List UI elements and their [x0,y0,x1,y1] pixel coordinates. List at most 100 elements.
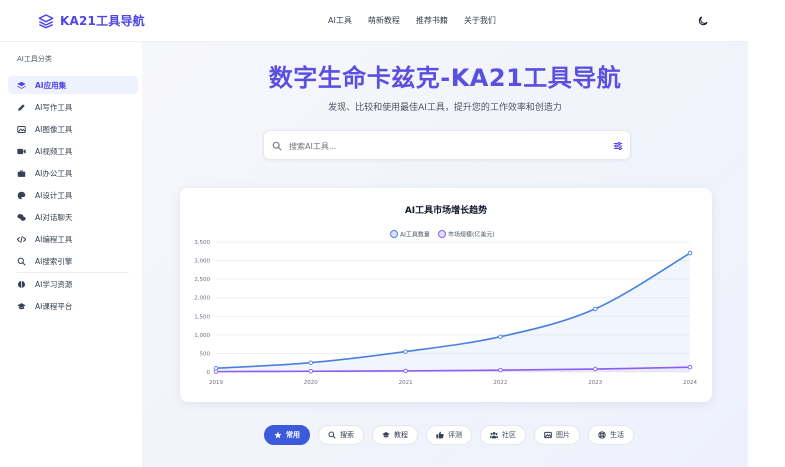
code-icon [17,235,26,244]
pen-icon [17,103,26,112]
series-area [216,253,690,372]
layers-icon [17,81,26,90]
sidebar-item-search-engine[interactable]: AI搜索引擎 [8,252,138,270]
x-tick-label: 2021 [399,380,413,386]
nav-ai-tools[interactable]: AI工具 [328,15,352,26]
search-bar [263,130,631,160]
y-tick-label: 1,500 [194,314,210,320]
tag-label: 评测 [448,431,462,439]
legend-label: 市场规模(亿美元) [448,231,495,239]
tag-search[interactable]: 搜索 [318,425,364,445]
data-point [498,367,503,373]
sidebar-item-label: AI视频工具 [35,146,73,156]
sidebar-item-label: AI对话聊天 [35,212,73,222]
sidebar-item-label: AI学习资源 [35,279,73,289]
tag-label: 搜索 [340,431,354,439]
y-tick-label: 0 [207,370,211,376]
video-icon [17,147,26,156]
sidebar-item-label: AI搜索引擎 [35,256,73,266]
data-point [687,250,693,256]
image-icon [544,431,552,439]
chat-icon [17,213,26,222]
data-point [498,334,503,339]
page-title: 数字生命卡兹克-KA21工具导航 [268,64,622,92]
logo-text: KA21工具导航 [60,14,145,28]
graduation-cap-icon [17,302,26,311]
sidebar-item-label: AI写作工具 [35,102,73,112]
tag-label: 图片 [556,431,570,439]
tag-life[interactable]: 生活 [588,425,634,445]
legend-marker [438,230,446,238]
top-header: KA21工具导航 AI工具 萌新教程 推荐书籍 关于我们 [0,0,748,42]
data-point [687,364,693,370]
graduation-cap-icon [382,432,390,438]
tag-label: 教程 [394,431,408,439]
search-icon [328,431,336,439]
tag-common[interactable]: 常用 [264,425,310,445]
image-icon [17,125,26,134]
x-tick-label: 2022 [493,380,507,386]
sidebar-item-coding[interactable]: AI编程工具 [8,230,138,248]
sidebar-item-label: AI应用集 [35,80,67,90]
x-tick-label: 2020 [304,380,318,386]
data-point [213,369,219,374]
tag-tutorial[interactable]: 教程 [372,425,418,445]
tag-label: 生活 [610,431,624,439]
sidebar-item-courses[interactable]: AI课程平台 [8,297,138,315]
brain-icon [17,280,26,289]
data-point [308,369,314,374]
sidebar-item-image[interactable]: AI图像工具 [8,120,138,138]
data-point [403,349,408,354]
search-input[interactable] [289,137,589,155]
palette-icon [17,191,26,200]
data-point [308,360,314,365]
layers-logo-icon [38,13,54,28]
sidebar-item-label: AI图像工具 [35,124,73,134]
tag-images[interactable]: 图片 [534,425,580,445]
sidebar-item-label: AI办公工具 [35,168,73,178]
tag-review[interactable]: 评测 [426,425,472,445]
line-chart: AI工具市场增长趋势 AI工具数量 市场规模(亿美元) 0 500 1,000 1,500 2… [194,204,697,386]
sidebar-item-writing[interactable]: AI写作工具 [8,98,138,116]
nav-about[interactable]: 关于我们 [464,15,496,26]
main-content: 数字生命卡兹克-KA21工具导航 发现、比较和使用最佳AI工具，提升您的工作效率… [142,42,748,467]
sidebar-item-office[interactable]: AI办公工具 [8,164,138,182]
y-tick-label: 2,500 [194,277,210,283]
x-tick-label: 2024 [683,380,697,386]
sidebar-item-learning[interactable]: AI学习资源 [8,275,138,293]
sidebar-item-ai-apps[interactable]: AI应用集 [8,76,138,94]
sidebar-item-label: AI设计工具 [35,190,73,200]
search-icon [272,141,282,151]
x-tick-label: 2023 [588,380,602,386]
data-point [403,368,408,374]
legend-marker [390,230,398,238]
sidebar-item-label: AI编程工具 [35,234,73,244]
moon-icon[interactable] [697,15,709,27]
tag-label: 社区 [502,431,516,439]
legend-label: AI工具数量 [400,231,430,239]
search-icon [17,257,26,266]
category-sidebar: AI工具分类 AI应用集 AI写作工具 AI图像工具 AI视频工具 AI办公工具… [0,42,142,467]
main-nav: AI工具 萌新教程 推荐书籍 关于我们 [328,15,496,26]
sidebar-item-chat[interactable]: AI对话聊天 [8,208,138,226]
y-tick-label: 1,000 [194,333,210,339]
nav-books[interactable]: 推荐书籍 [416,15,448,26]
thumbs-up-icon [436,431,444,439]
sidebar-item-design[interactable]: AI设计工具 [8,186,138,204]
data-point [592,306,598,312]
sidebar-item-label: AI课程平台 [35,301,73,311]
briefcase-icon [17,169,26,178]
filter-sliders-icon[interactable] [613,141,623,151]
y-tick-label: 2,000 [194,296,210,302]
users-icon [490,432,498,439]
life-ring-icon [598,431,606,439]
quick-tags: 常用 搜索 教程 评测 社区 图片 生活 [264,425,634,445]
y-tick-label: 3,500 [194,240,210,246]
page-subtitle: 发现、比较和使用最佳AI工具，提升您的工作效率和创造力 [328,103,562,113]
star-icon [274,431,282,439]
site-logo[interactable]: KA21工具导航 [38,12,145,29]
sidebar-item-video[interactable]: AI视频工具 [8,142,138,160]
tag-community[interactable]: 社区 [480,425,526,445]
nav-tutorials[interactable]: 萌新教程 [368,15,400,26]
market-trend-chart-card: AI工具市场增长趋势 AI工具数量 市场规模(亿美元) 0 500 1,000 1,500 2… [180,188,712,402]
